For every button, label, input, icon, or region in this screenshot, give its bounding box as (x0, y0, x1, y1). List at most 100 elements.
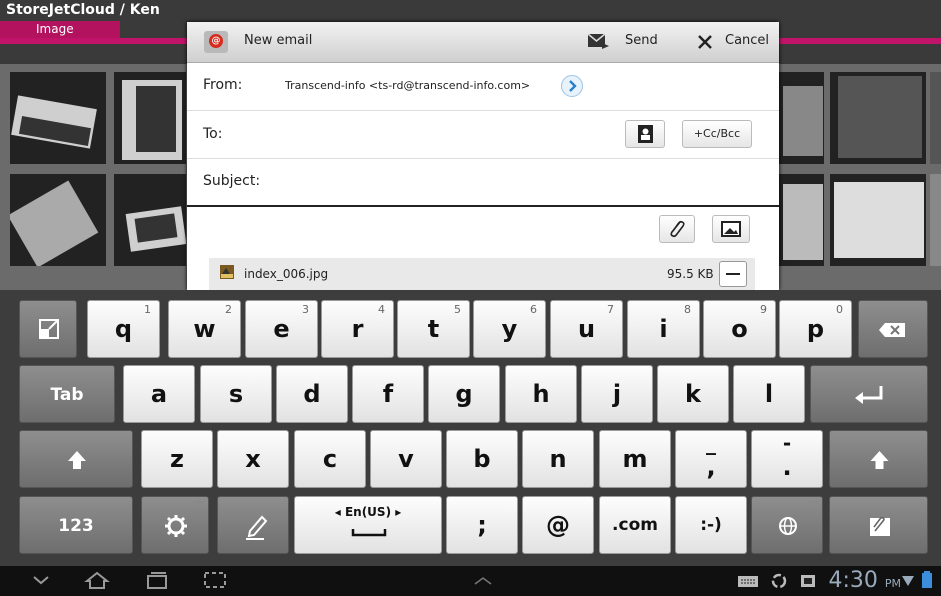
system-status-bar: 4:30 PM (0, 566, 941, 596)
settings-key[interactable] (141, 496, 209, 554)
thumbnail[interactable] (830, 72, 926, 164)
from-label: From: (203, 77, 243, 93)
thumbnail[interactable] (779, 72, 824, 164)
soft-keyboard: 1q 2w 3e 4r 5t 6y 7u 8i 9o 0p Tab a s d … (0, 290, 941, 566)
shift-key-right[interactable] (829, 430, 928, 488)
thumbnail[interactable] (114, 72, 186, 164)
thumbnail[interactable] (10, 72, 106, 164)
space-key[interactable]: ◂ En(US) ▸ (294, 496, 442, 554)
key-x[interactable]: x (217, 430, 289, 488)
thumbnail[interactable] (114, 174, 186, 266)
from-row: From: Transcend-info <ts-rd@transcend-in… (187, 63, 779, 111)
hide-keyboard-icon (39, 319, 59, 339)
key-u[interactable]: 7u (550, 300, 623, 358)
send-icon (587, 33, 609, 49)
enter-key[interactable] (810, 365, 928, 423)
backspace-key[interactable] (858, 300, 928, 358)
insert-image-button[interactable] (712, 215, 750, 243)
to-row[interactable]: To: +Cc/Bcc (187, 111, 779, 159)
handwriting-key[interactable] (217, 496, 289, 554)
thumbnail[interactable] (10, 174, 106, 266)
background-app-title: StoreJetCloud / Ken (6, 2, 160, 18)
numbers-key[interactable]: 123 (19, 496, 133, 554)
home-icon[interactable] (84, 570, 110, 590)
key-comma[interactable]: _ , (675, 430, 747, 488)
key-period[interactable]: - . (751, 430, 823, 488)
gear-icon (165, 515, 187, 537)
hide-keyboard-key[interactable] (19, 300, 77, 358)
key-z[interactable]: z (141, 430, 213, 488)
thumbnail[interactable] (830, 174, 926, 266)
key-smiley[interactable]: :-) (675, 496, 747, 554)
subject-label: Subject: (203, 173, 261, 189)
key-p[interactable]: 0p (779, 300, 852, 358)
key-e[interactable]: 3e (245, 300, 318, 358)
key-w[interactable]: 2w (168, 300, 241, 358)
thumbnail[interactable] (779, 174, 824, 266)
key-b[interactable]: b (446, 430, 518, 488)
thumbnail[interactable] (930, 72, 941, 164)
chevron-up-icon[interactable] (470, 570, 496, 590)
key-t[interactable]: 5t (397, 300, 470, 358)
tab-key[interactable]: Tab (19, 365, 115, 423)
thumbnail[interactable] (930, 174, 941, 266)
image-icon (721, 221, 741, 237)
key-at[interactable]: @ (522, 496, 594, 554)
key-semicolon[interactable]: ; (446, 496, 518, 554)
remove-attachment-button[interactable] (719, 261, 747, 287)
key-k[interactable]: k (657, 365, 729, 423)
from-value[interactable]: Transcend-info <ts-rd@transcend-info.com… (285, 79, 530, 92)
photo-icon (801, 575, 815, 587)
chevron-right-icon[interactable] (561, 75, 583, 97)
key-n[interactable]: n (522, 430, 594, 488)
key-s[interactable]: s (200, 365, 272, 423)
cancel-button[interactable]: Cancel (691, 26, 775, 58)
battery-icon (922, 571, 932, 588)
shift-icon (68, 451, 86, 469)
globe-icon (779, 517, 797, 535)
key-a[interactable]: a (123, 365, 195, 423)
language-key[interactable] (751, 496, 823, 554)
key-v[interactable]: v (370, 430, 442, 488)
key-o[interactable]: 9o (703, 300, 776, 358)
key-c[interactable]: c (294, 430, 366, 488)
new-email-dialog: @ New email Send Cancel From: Transcend-… (187, 22, 779, 290)
key-h[interactable]: h (505, 365, 577, 423)
email-app-icon: @ (204, 31, 228, 53)
send-button[interactable]: Send (587, 26, 667, 58)
send-label: Send (625, 33, 658, 48)
clipboard-icon (870, 516, 890, 536)
cc-bcc-button[interactable]: +Cc/Bcc (682, 120, 752, 148)
attach-file-button[interactable] (659, 215, 695, 243)
clipboard-key[interactable] (829, 496, 928, 554)
key-g[interactable]: g (428, 365, 500, 423)
key-r[interactable]: 4r (321, 300, 394, 358)
key-dotcom[interactable]: .com (599, 496, 671, 554)
backspace-icon (879, 323, 905, 337)
image-file-icon (220, 265, 234, 279)
enter-icon (855, 386, 883, 404)
key-j[interactable]: j (581, 365, 653, 423)
key-l[interactable]: l (733, 365, 805, 423)
recycle-icon (771, 573, 787, 589)
back-icon[interactable] (28, 570, 54, 590)
recent-apps-icon[interactable] (144, 570, 170, 590)
close-icon (698, 35, 712, 49)
space-icon (351, 529, 387, 537)
key-i[interactable]: 8i (627, 300, 700, 358)
shift-key-left[interactable] (19, 430, 133, 488)
key-m[interactable]: m (599, 430, 671, 488)
to-label: To: (203, 126, 223, 142)
subject-row[interactable]: Subject: (187, 159, 779, 207)
screenshot-icon[interactable] (202, 570, 228, 590)
key-f[interactable]: f (352, 365, 424, 423)
attachment-size: 95.5 KB (667, 267, 714, 281)
contacts-button[interactable] (625, 120, 665, 148)
key-y[interactable]: 6y (473, 300, 546, 358)
key-d[interactable]: d (276, 365, 348, 423)
contact-book-icon (638, 125, 653, 143)
shift-icon (870, 451, 889, 469)
background-tab-image[interactable]: Image (0, 21, 120, 38)
key-q[interactable]: 1q (87, 300, 160, 358)
attachment-name: index_006.jpg (244, 267, 329, 281)
